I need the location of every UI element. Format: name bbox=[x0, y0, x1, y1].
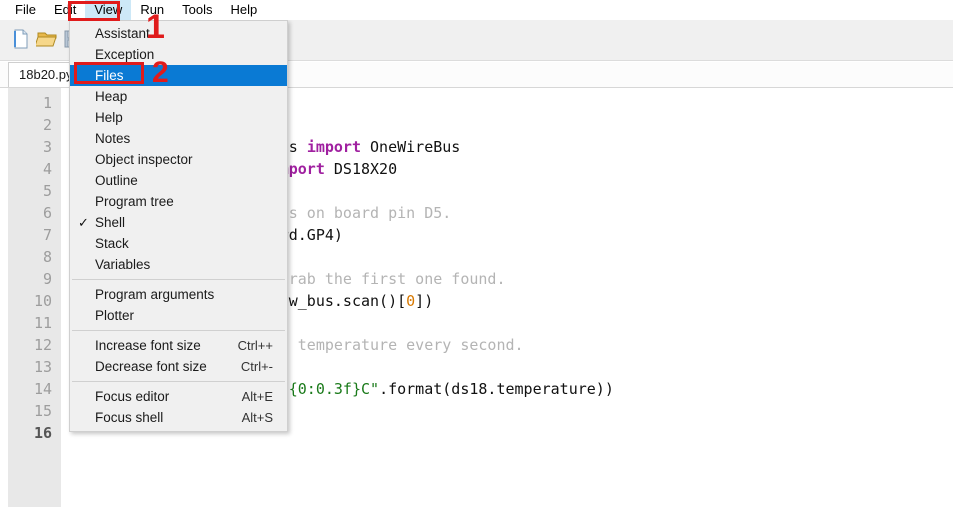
menu-item-label: Notes bbox=[95, 131, 130, 146]
menu-item-shell[interactable]: ✓ Shell bbox=[70, 212, 287, 233]
menu-item-program-arguments[interactable]: Program arguments bbox=[70, 284, 287, 305]
new-file-icon[interactable] bbox=[10, 28, 32, 50]
line-number: 13 bbox=[12, 356, 52, 378]
menu-item-label: Program tree bbox=[95, 194, 174, 209]
menu-separator bbox=[72, 330, 285, 331]
menu-item-label: Exception bbox=[95, 47, 154, 62]
menu-item-heap[interactable]: Heap bbox=[70, 86, 287, 107]
menu-item-label: Outline bbox=[95, 173, 138, 188]
menu-separator bbox=[72, 381, 285, 382]
menu-item-plotter[interactable]: Plotter bbox=[70, 305, 287, 326]
menu-item-assistant[interactable]: Assistant bbox=[70, 23, 287, 44]
menu-separator bbox=[72, 279, 285, 280]
menu-item-notes[interactable]: Notes bbox=[70, 128, 287, 149]
menu-item-variables[interactable]: Variables bbox=[70, 254, 287, 275]
line-number: 7 bbox=[12, 224, 52, 246]
line-number: 11 bbox=[12, 312, 52, 334]
menu-item-shortcut: Alt+S bbox=[242, 407, 273, 428]
menubar-item-file[interactable]: File bbox=[6, 0, 45, 20]
line-number: 1 bbox=[12, 92, 52, 114]
line-number: 9 bbox=[12, 268, 52, 290]
menu-item-object-inspector[interactable]: Object inspector bbox=[70, 149, 287, 170]
open-folder-icon[interactable] bbox=[36, 28, 58, 50]
menu-bar: File Edit View Run Tools Help bbox=[0, 0, 953, 20]
line-number: 8 bbox=[12, 246, 52, 268]
line-number-gutter: 1 2 3 4 5 6 7 8 9 10 11 12 13 14 15 16 bbox=[8, 88, 61, 507]
menu-item-label: Object inspector bbox=[95, 152, 193, 167]
line-number: 14 bbox=[12, 378, 52, 400]
menu-item-label: Assistant bbox=[95, 26, 150, 41]
menu-item-label: Program arguments bbox=[95, 287, 214, 302]
menu-item-label: Decrease font size bbox=[95, 359, 207, 374]
menu-item-increase-font-size[interactable]: Increase font size Ctrl++ bbox=[70, 335, 287, 356]
view-dropdown-menu: Assistant Exception Files Heap Help Note… bbox=[69, 20, 288, 432]
menu-item-label: Plotter bbox=[95, 308, 134, 323]
line-number: 4 bbox=[12, 158, 52, 180]
menu-item-shortcut: Ctrl+- bbox=[241, 356, 273, 377]
menu-item-stack[interactable]: Stack bbox=[70, 233, 287, 254]
menu-item-outline[interactable]: Outline bbox=[70, 170, 287, 191]
menu-item-shortcut: Alt+E bbox=[242, 386, 273, 407]
menubar-item-tools[interactable]: Tools bbox=[173, 0, 221, 20]
line-number: 3 bbox=[12, 136, 52, 158]
menubar-item-edit[interactable]: Edit bbox=[45, 0, 85, 20]
line-number: 12 bbox=[12, 334, 52, 356]
menu-item-label: Help bbox=[95, 110, 123, 125]
menu-item-label: Focus shell bbox=[95, 410, 163, 425]
menu-item-label: Focus editor bbox=[95, 389, 169, 404]
checkmark-icon: ✓ bbox=[78, 212, 89, 233]
line-number: 15 bbox=[12, 400, 52, 422]
menu-item-label: Heap bbox=[95, 89, 127, 104]
menu-item-files[interactable]: Files bbox=[70, 65, 287, 86]
menu-item-label: Variables bbox=[95, 257, 150, 272]
menu-item-label: Files bbox=[95, 68, 124, 83]
menu-item-focus-shell[interactable]: Focus shell Alt+S bbox=[70, 407, 287, 428]
menu-item-decrease-font-size[interactable]: Decrease font size Ctrl+- bbox=[70, 356, 287, 377]
menu-item-shortcut: Ctrl++ bbox=[238, 335, 273, 356]
menubar-item-run[interactable]: Run bbox=[131, 0, 173, 20]
menu-item-label: Increase font size bbox=[95, 338, 201, 353]
menu-item-label: Shell bbox=[95, 215, 125, 230]
menu-item-help[interactable]: Help bbox=[70, 107, 287, 128]
menu-item-focus-editor[interactable]: Focus editor Alt+E bbox=[70, 386, 287, 407]
menubar-item-view[interactable]: View bbox=[85, 0, 131, 20]
line-number: 6 bbox=[12, 202, 52, 224]
menu-item-exception[interactable]: Exception bbox=[70, 44, 287, 65]
menu-item-label: Stack bbox=[95, 236, 129, 251]
menu-item-program-tree[interactable]: Program tree bbox=[70, 191, 287, 212]
menubar-item-help[interactable]: Help bbox=[222, 0, 267, 20]
line-number: 10 bbox=[12, 290, 52, 312]
line-number: 2 bbox=[12, 114, 52, 136]
line-number-current: 16 bbox=[12, 422, 52, 444]
line-number: 5 bbox=[12, 180, 52, 202]
